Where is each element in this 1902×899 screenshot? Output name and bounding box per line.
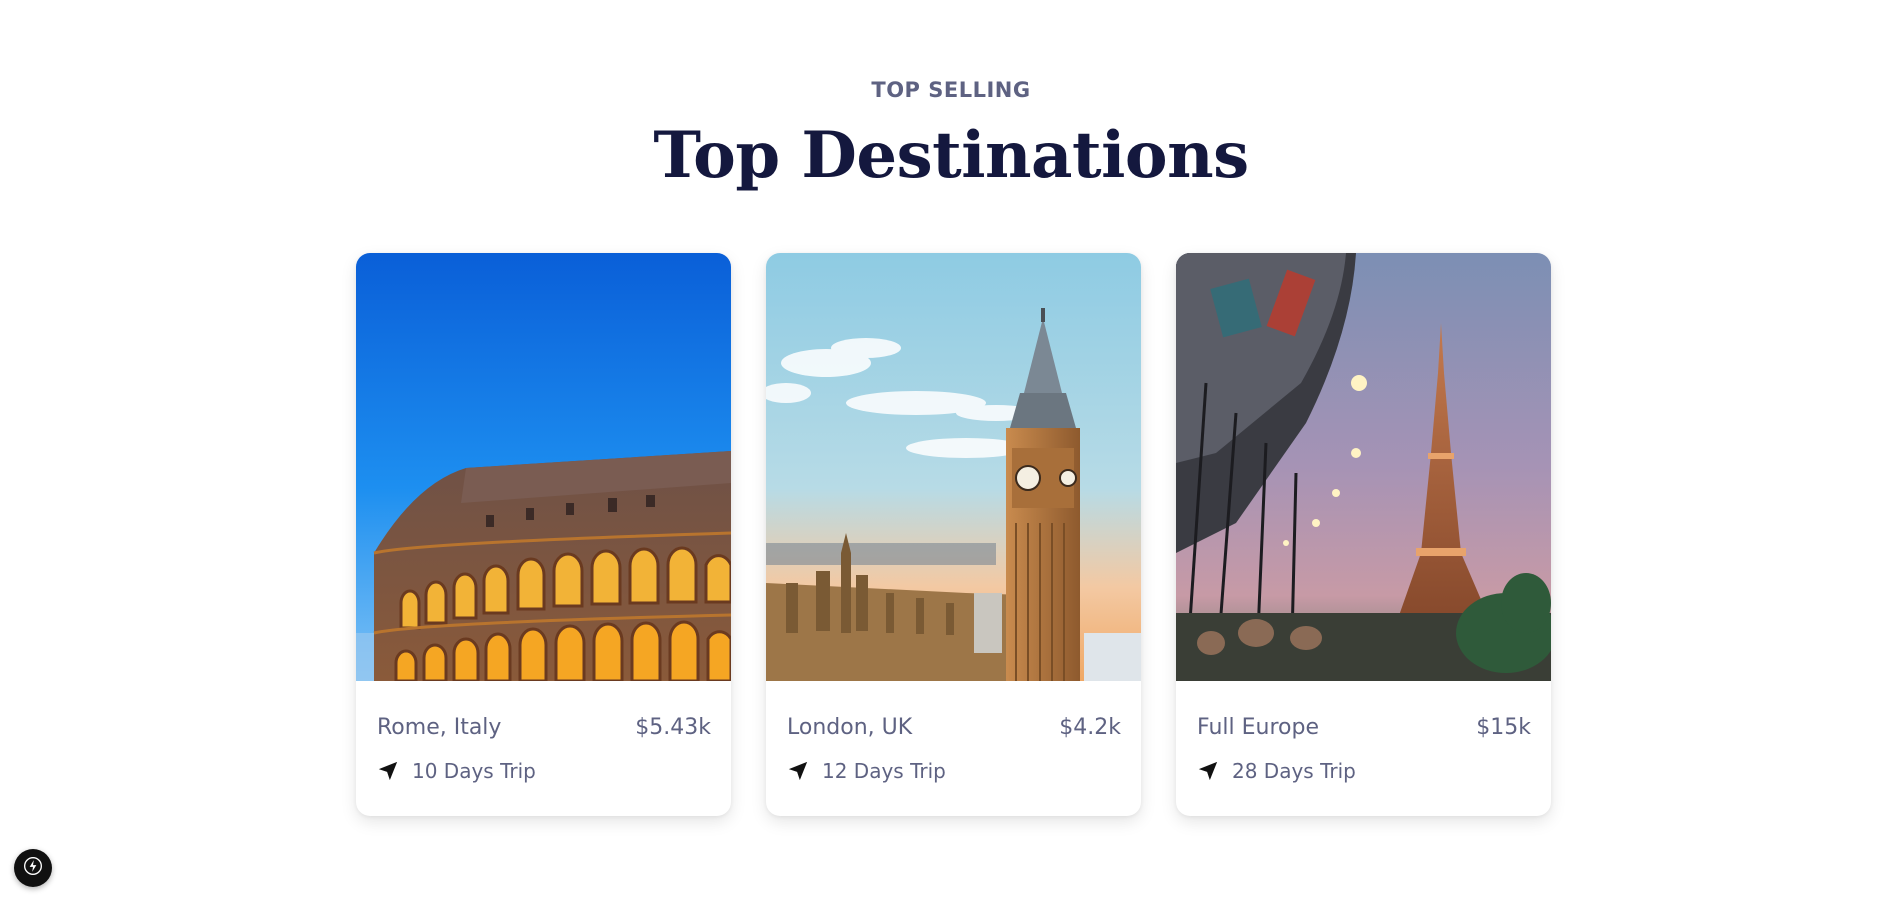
navigation-arrow-icon <box>377 760 399 782</box>
navigation-arrow-icon <box>787 760 809 782</box>
destination-cards: Rome, Italy $5.43k 10 Days Trip London, … <box>356 253 1551 816</box>
destination-price: $15k <box>1476 715 1531 740</box>
section-eyebrow: TOP SELLING <box>871 78 1031 102</box>
eiffel-tower-image <box>1176 253 1551 681</box>
navigation-arrow-icon <box>1197 760 1219 782</box>
destination-card-europe[interactable]: Full Europe $15k 28 Days Trip <box>1176 253 1551 816</box>
destination-name: Full Europe <box>1197 715 1319 740</box>
colosseum-image <box>356 253 731 681</box>
destination-price: $5.43k <box>635 715 711 740</box>
card-header-row: Rome, Italy $5.43k <box>377 715 711 740</box>
destination-name: London, UK <box>787 715 913 740</box>
section-title: Top Destinations <box>653 118 1249 193</box>
destination-name: Rome, Italy <box>377 715 502 740</box>
trip-label: 12 Days Trip <box>822 759 946 783</box>
trip-label: 28 Days Trip <box>1232 759 1356 783</box>
lightning-bolt-icon <box>23 856 43 880</box>
trip-duration: 10 Days Trip <box>377 759 536 783</box>
top-destinations-section: TOP SELLING Top Destinations Rome, Italy… <box>0 0 1902 899</box>
destination-card-rome[interactable]: Rome, Italy $5.43k 10 Days Trip <box>356 253 731 816</box>
trip-duration: 12 Days Trip <box>787 759 946 783</box>
trip-duration: 28 Days Trip <box>1197 759 1356 783</box>
destination-card-london[interactable]: London, UK $4.2k 12 Days Trip <box>766 253 1141 816</box>
card-header-row: London, UK $4.2k <box>787 715 1121 740</box>
card-body: London, UK $4.2k 12 Days Trip <box>766 681 1141 816</box>
card-body: Rome, Italy $5.43k 10 Days Trip <box>356 681 731 816</box>
trip-label: 10 Days Trip <box>412 759 536 783</box>
dev-tools-badge[interactable] <box>14 849 52 887</box>
big-ben-image <box>766 253 1141 681</box>
card-body: Full Europe $15k 28 Days Trip <box>1176 681 1551 816</box>
destination-price: $4.2k <box>1059 715 1121 740</box>
card-header-row: Full Europe $15k <box>1197 715 1531 740</box>
